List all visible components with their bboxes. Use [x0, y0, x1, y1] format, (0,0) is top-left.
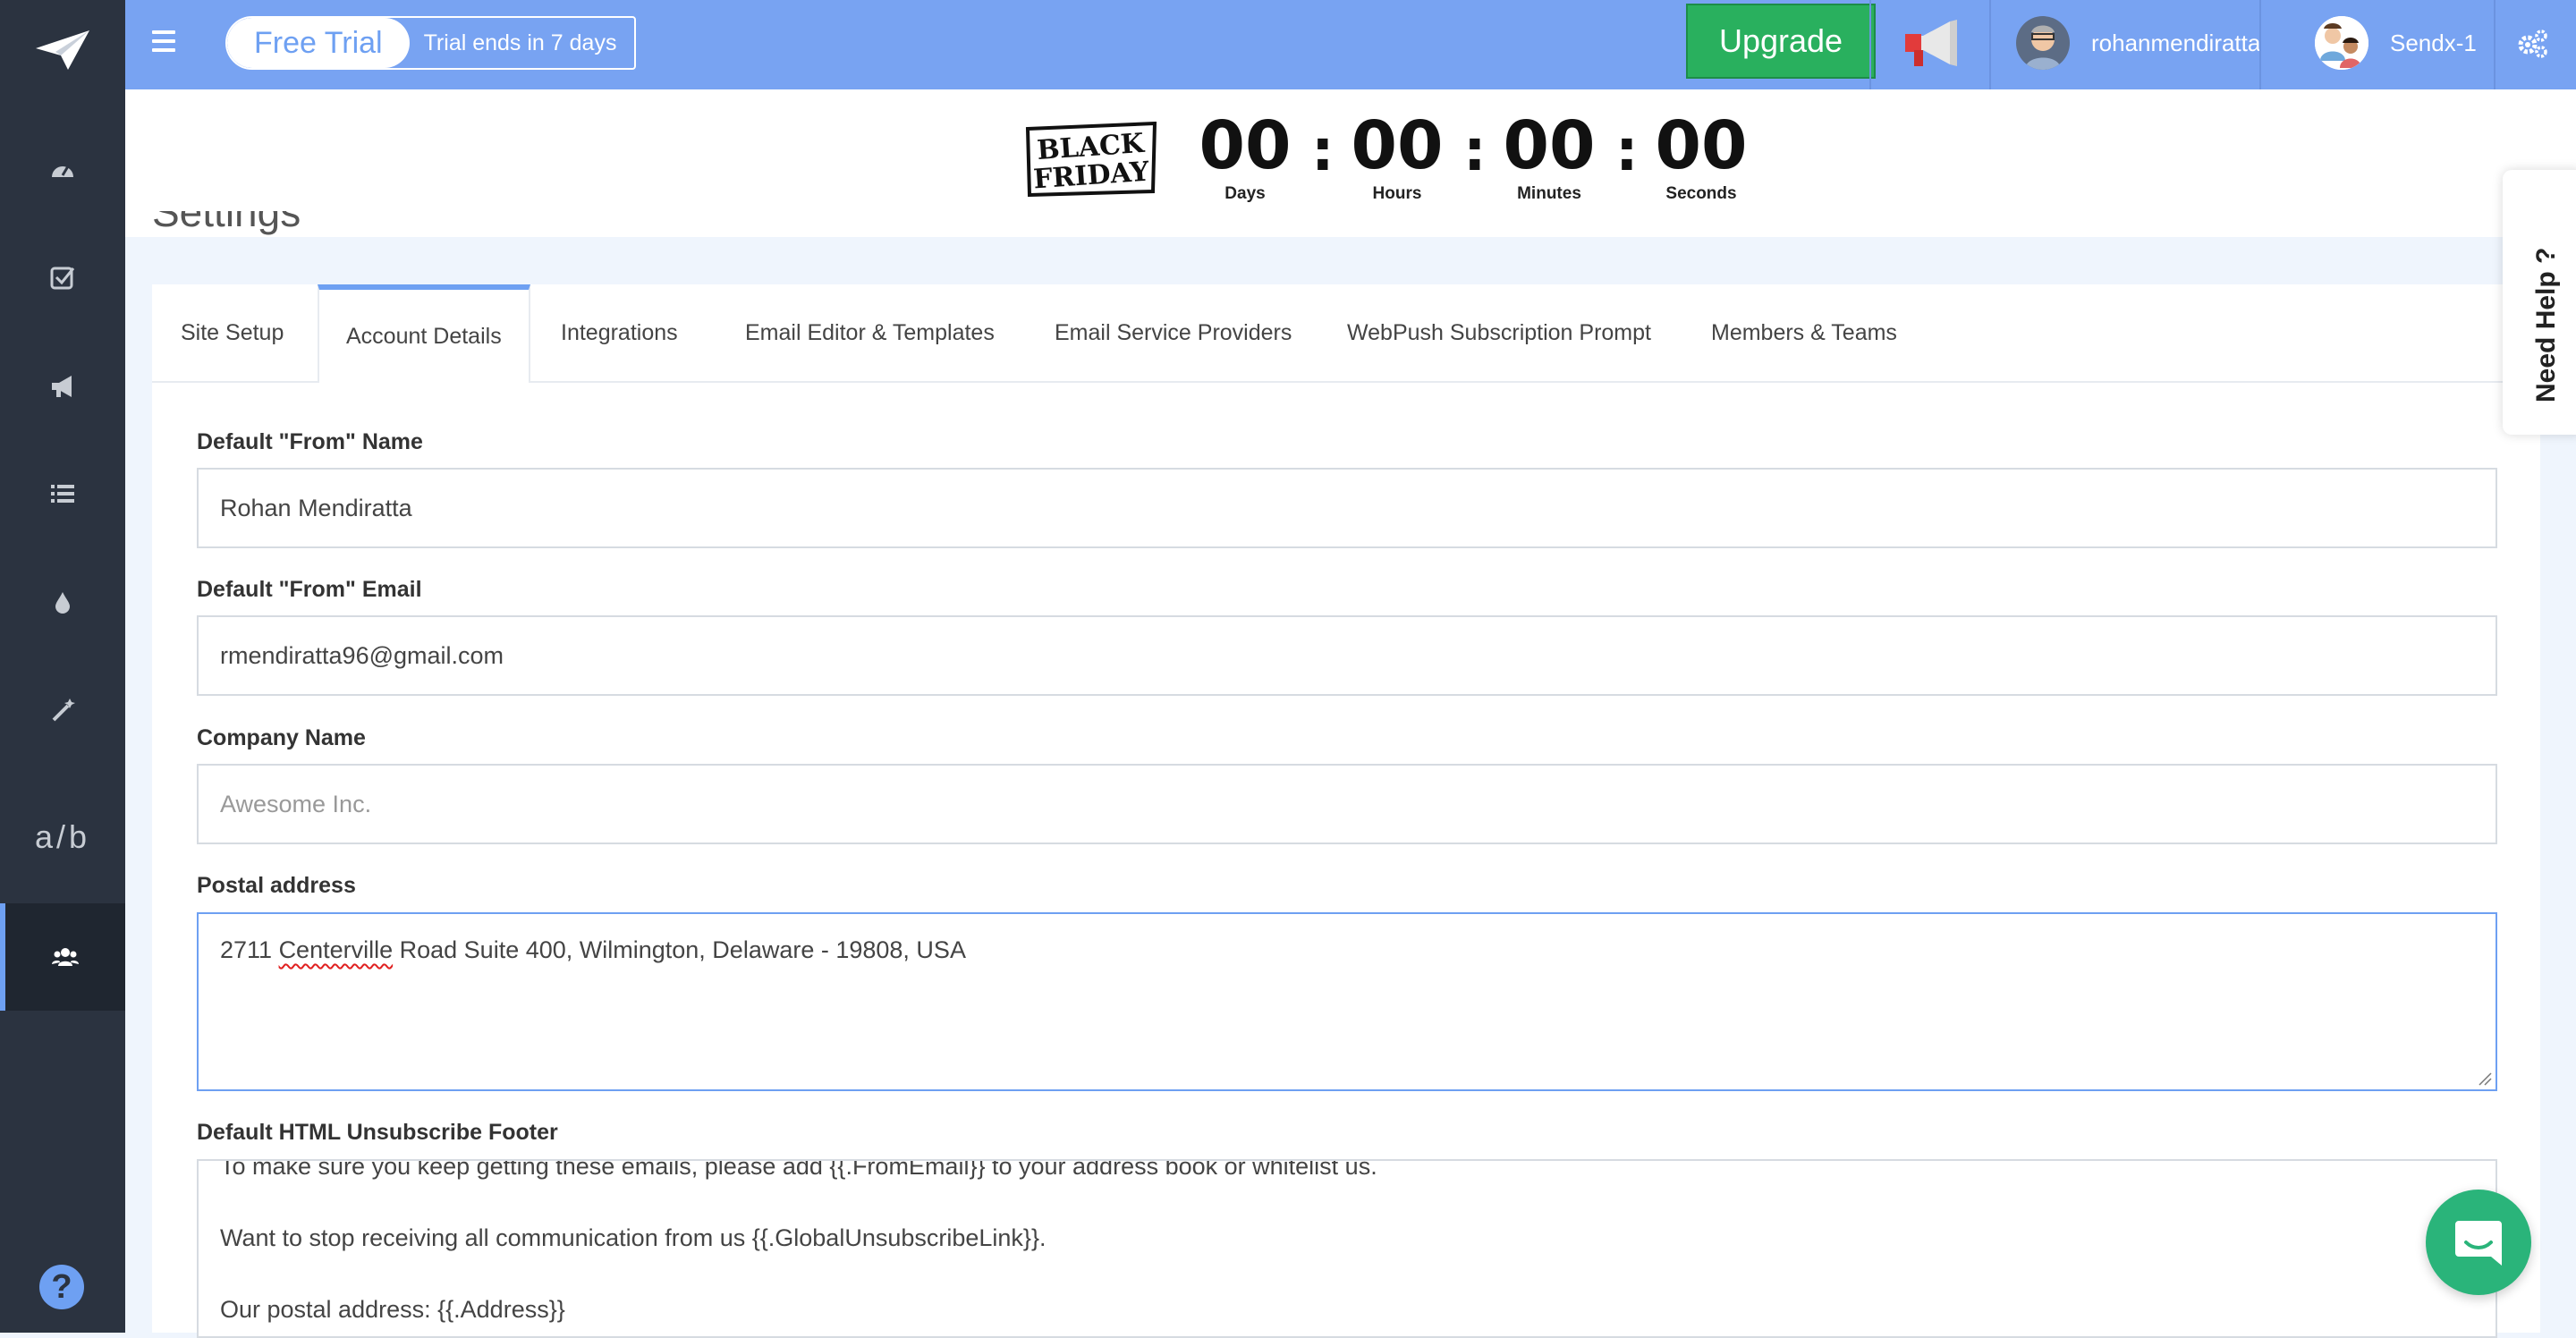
workspace-name: Sendx-1	[2390, 29, 2477, 56]
tab-email-editor-templates[interactable]: Email Editor & Templates	[745, 284, 995, 381]
settings-card: Site Setup Account Details Integrations …	[152, 284, 2540, 1338]
announcements-megaphone-icon[interactable]	[1903, 16, 1962, 72]
checkbox-icon	[50, 267, 75, 290]
countdown-days-label: Days	[1224, 184, 1266, 203]
sidebar: a/b ?	[0, 0, 125, 1333]
from-email-label: Default "From" Email	[197, 577, 422, 602]
user-menu[interactable]: rohanmendiratta	[2016, 16, 2260, 70]
help-question-icon[interactable]: ?	[39, 1265, 84, 1309]
countdown-separator: :	[1463, 118, 1487, 184]
tab-members-teams[interactable]: Members & Teams	[1711, 284, 1897, 381]
top-navbar: Free Trial Trial ends in 7 days Upgrade …	[125, 0, 2576, 89]
workspace-avatar	[2315, 16, 2368, 70]
unsubscribe-footer-textarea[interactable]: To make sure you keep getting these emai…	[197, 1159, 2497, 1338]
countdown-seconds-value: 00	[1655, 107, 1748, 184]
navbar-divider	[2259, 0, 2261, 89]
users-group-icon	[52, 948, 79, 966]
trial-ends-text: Trial ends in 7 days	[423, 30, 617, 55]
sidebar-item-magic[interactable]	[0, 656, 125, 764]
page-title: Settings	[152, 211, 301, 235]
list-icon	[51, 485, 74, 503]
from-name-input[interactable]	[197, 468, 2497, 548]
spellcheck-underline: Centerville	[278, 936, 394, 963]
droplet-icon	[55, 592, 70, 614]
trial-status[interactable]: Free Trial Trial ends in 7 days	[225, 16, 637, 70]
dashboard-gauge-icon	[52, 165, 73, 177]
countdown-seconds-label: Seconds	[1665, 184, 1737, 203]
footer-line: Want to stop receiving all communication…	[220, 1224, 1046, 1251]
navbar-divider	[1989, 0, 1991, 89]
hamburger-menu-icon[interactable]	[152, 30, 175, 54]
sidebar-item-lists[interactable]	[0, 440, 125, 547]
resize-grip-icon[interactable]	[2478, 1071, 2492, 1086]
countdown-separator: :	[1311, 118, 1335, 184]
unsubscribe-footer-label: Default HTML Unsubscribe Footer	[197, 1120, 558, 1145]
company-name-input[interactable]	[197, 764, 2497, 844]
tab-webpush-subscription-prompt[interactable]: WebPush Subscription Prompt	[1347, 284, 1651, 381]
postal-address-textarea[interactable]: 2711 Centerville Road Suite 400, Wilming…	[197, 912, 2497, 1091]
postal-address-label: Postal address	[197, 873, 356, 898]
tab-email-service-providers[interactable]: Email Service Providers	[1055, 284, 1292, 381]
countdown-minutes: 00 Minutes	[1496, 107, 1603, 204]
sidebar-item-ab-testing[interactable]: a/b	[0, 783, 125, 891]
countdown-hours-value: 00	[1351, 107, 1444, 184]
countdown-days: 00 Days	[1191, 107, 1299, 204]
user-avatar	[2016, 16, 2070, 70]
magic-wand-icon	[52, 699, 75, 722]
chat-launcher-button[interactable]	[2426, 1190, 2531, 1295]
need-help-tab[interactable]: Need Help ?	[2503, 170, 2576, 435]
countdown-minutes-label: Minutes	[1517, 184, 1581, 203]
sidebar-item-team[interactable]	[0, 903, 125, 1011]
footer-line: To make sure you keep getting these emai…	[220, 1159, 1377, 1180]
chat-icon	[2455, 1221, 2502, 1266]
countdown-days-value: 00	[1199, 107, 1292, 184]
tab-integrations[interactable]: Integrations	[561, 284, 678, 381]
sidebar-item-dashboard[interactable]	[0, 116, 125, 224]
countdown-minutes-value: 00	[1503, 107, 1596, 184]
countdown-hours-label: Hours	[1372, 184, 1422, 203]
footer-line: Our postal address: {{.Address}}	[220, 1296, 565, 1323]
company-name-label: Company Name	[197, 725, 366, 750]
navbar-divider	[2494, 0, 2496, 89]
countdown-hours: 00 Hours	[1343, 107, 1451, 204]
sidebar-item-tasks[interactable]	[0, 224, 125, 331]
sidebar-item-campaigns[interactable]	[0, 333, 125, 440]
from-name-label: Default "From" Name	[197, 429, 423, 454]
countdown-seconds: 00 Seconds	[1648, 107, 1755, 204]
workspace-menu[interactable]: Sendx-1	[2315, 16, 2477, 70]
from-email-input[interactable]	[197, 615, 2497, 696]
black-friday-banner[interactable]: BLACK FRIDAY 00 Days : 00 Hours : 00 Min…	[125, 89, 2576, 237]
tab-site-setup[interactable]: Site Setup	[181, 284, 284, 381]
sidebar-item-drip[interactable]	[0, 547, 125, 655]
countdown-separator: :	[1615, 118, 1639, 184]
settings-tabs: Site Setup Account Details Integrations …	[152, 284, 2540, 383]
black-friday-logo: BLACK FRIDAY	[1025, 122, 1157, 197]
bullhorn-icon	[52, 376, 72, 397]
ab-label: a/b	[34, 818, 91, 855]
free-trial-badge: Free Trial	[227, 18, 410, 68]
paper-plane-logo-icon[interactable]	[34, 29, 91, 73]
navbar-divider	[1869, 0, 1871, 89]
username: rohanmendiratta	[2091, 29, 2261, 56]
tab-account-details[interactable]: Account Details	[318, 284, 530, 383]
upgrade-button[interactable]: Upgrade	[1686, 4, 1876, 79]
need-help-label: Need Help ?	[2531, 247, 2561, 402]
settings-gears-icon[interactable]	[2515, 27, 2549, 61]
